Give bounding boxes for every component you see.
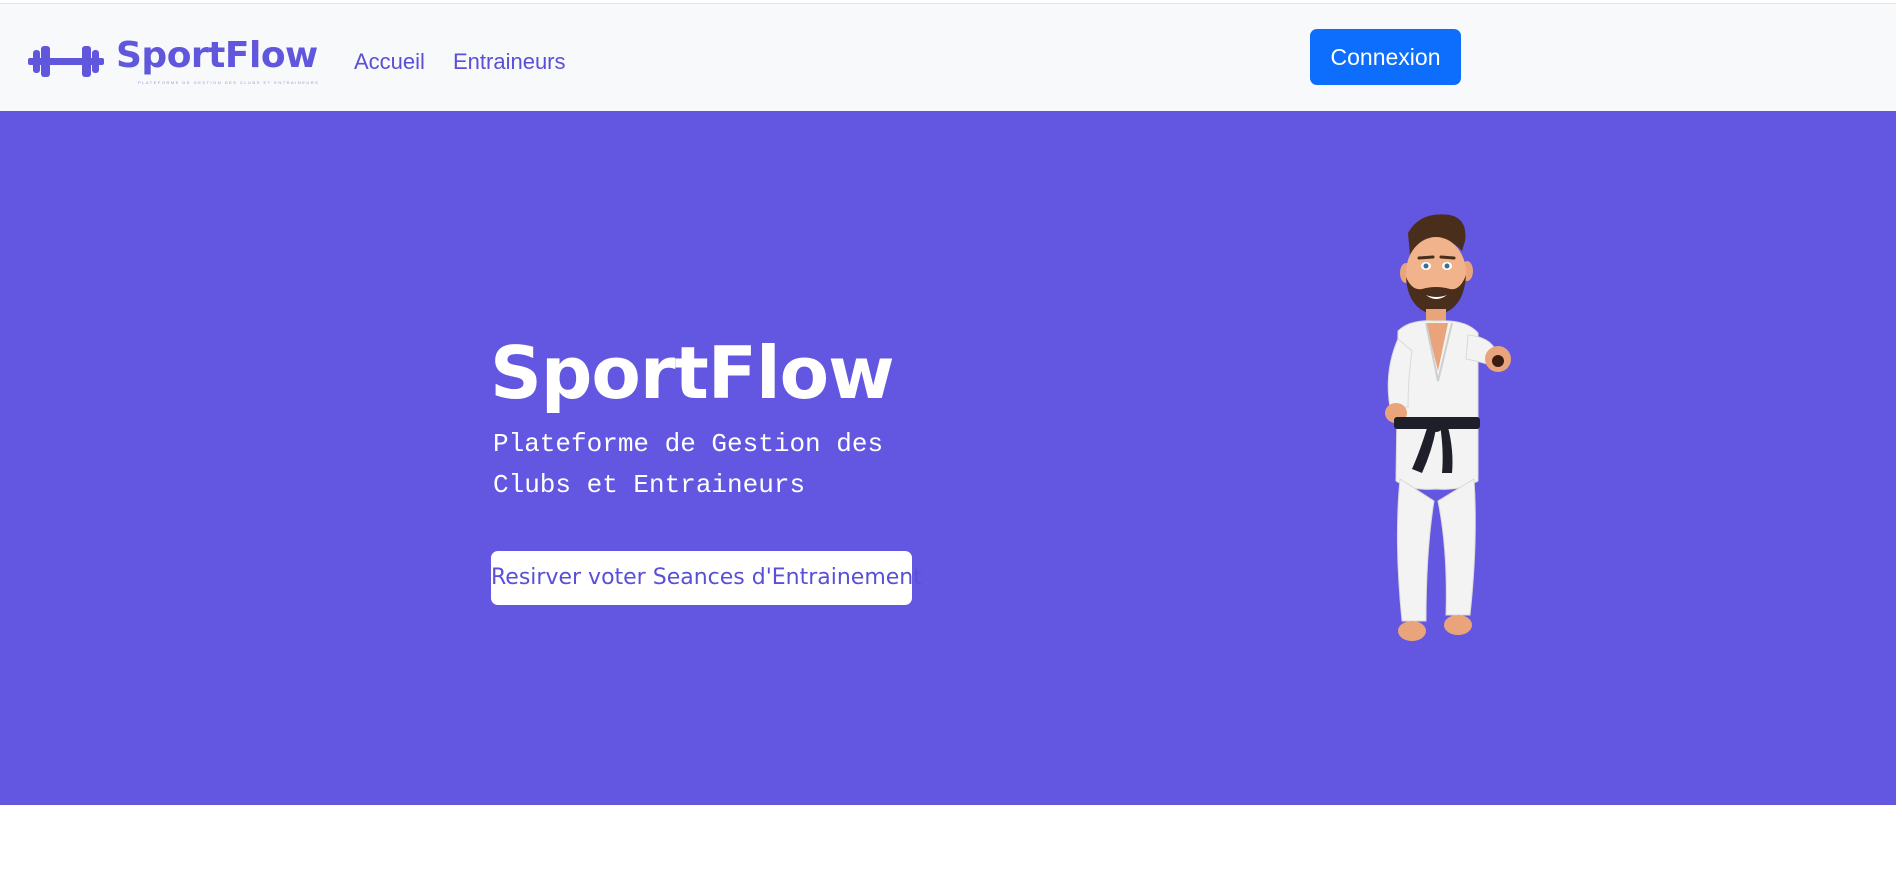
brand-logo[interactable]: SportFlow PLATEFORME DE GESTION DES CLUB… — [28, 34, 318, 90]
login-button[interactable]: Connexion — [1310, 29, 1461, 85]
brand-name: SportFlow — [116, 35, 318, 76]
hero-section: SportFlow Plateforme de Gestion des Club… — [0, 111, 1896, 805]
nav-link-entraineurs[interactable]: Entraineurs — [453, 48, 566, 76]
dumbbell-icon — [28, 46, 104, 77]
karate-character-illustration — [1385, 214, 1511, 641]
navbar: SportFlow PLATEFORME DE GESTION DES CLUB… — [0, 3, 1896, 111]
nav-link-accueil[interactable]: Accueil — [354, 48, 425, 76]
book-session-button[interactable]: Resirver voter Seances d'Entrainement — [491, 551, 922, 605]
brand-tagline: PLATEFORME DE GESTION DES CLUBS ET ENTRA… — [138, 80, 320, 85]
hero-subtitle: Plateforme de Gestion des Clubs et Entra… — [493, 429, 884, 500]
hero-title: SportFlow — [490, 331, 895, 415]
